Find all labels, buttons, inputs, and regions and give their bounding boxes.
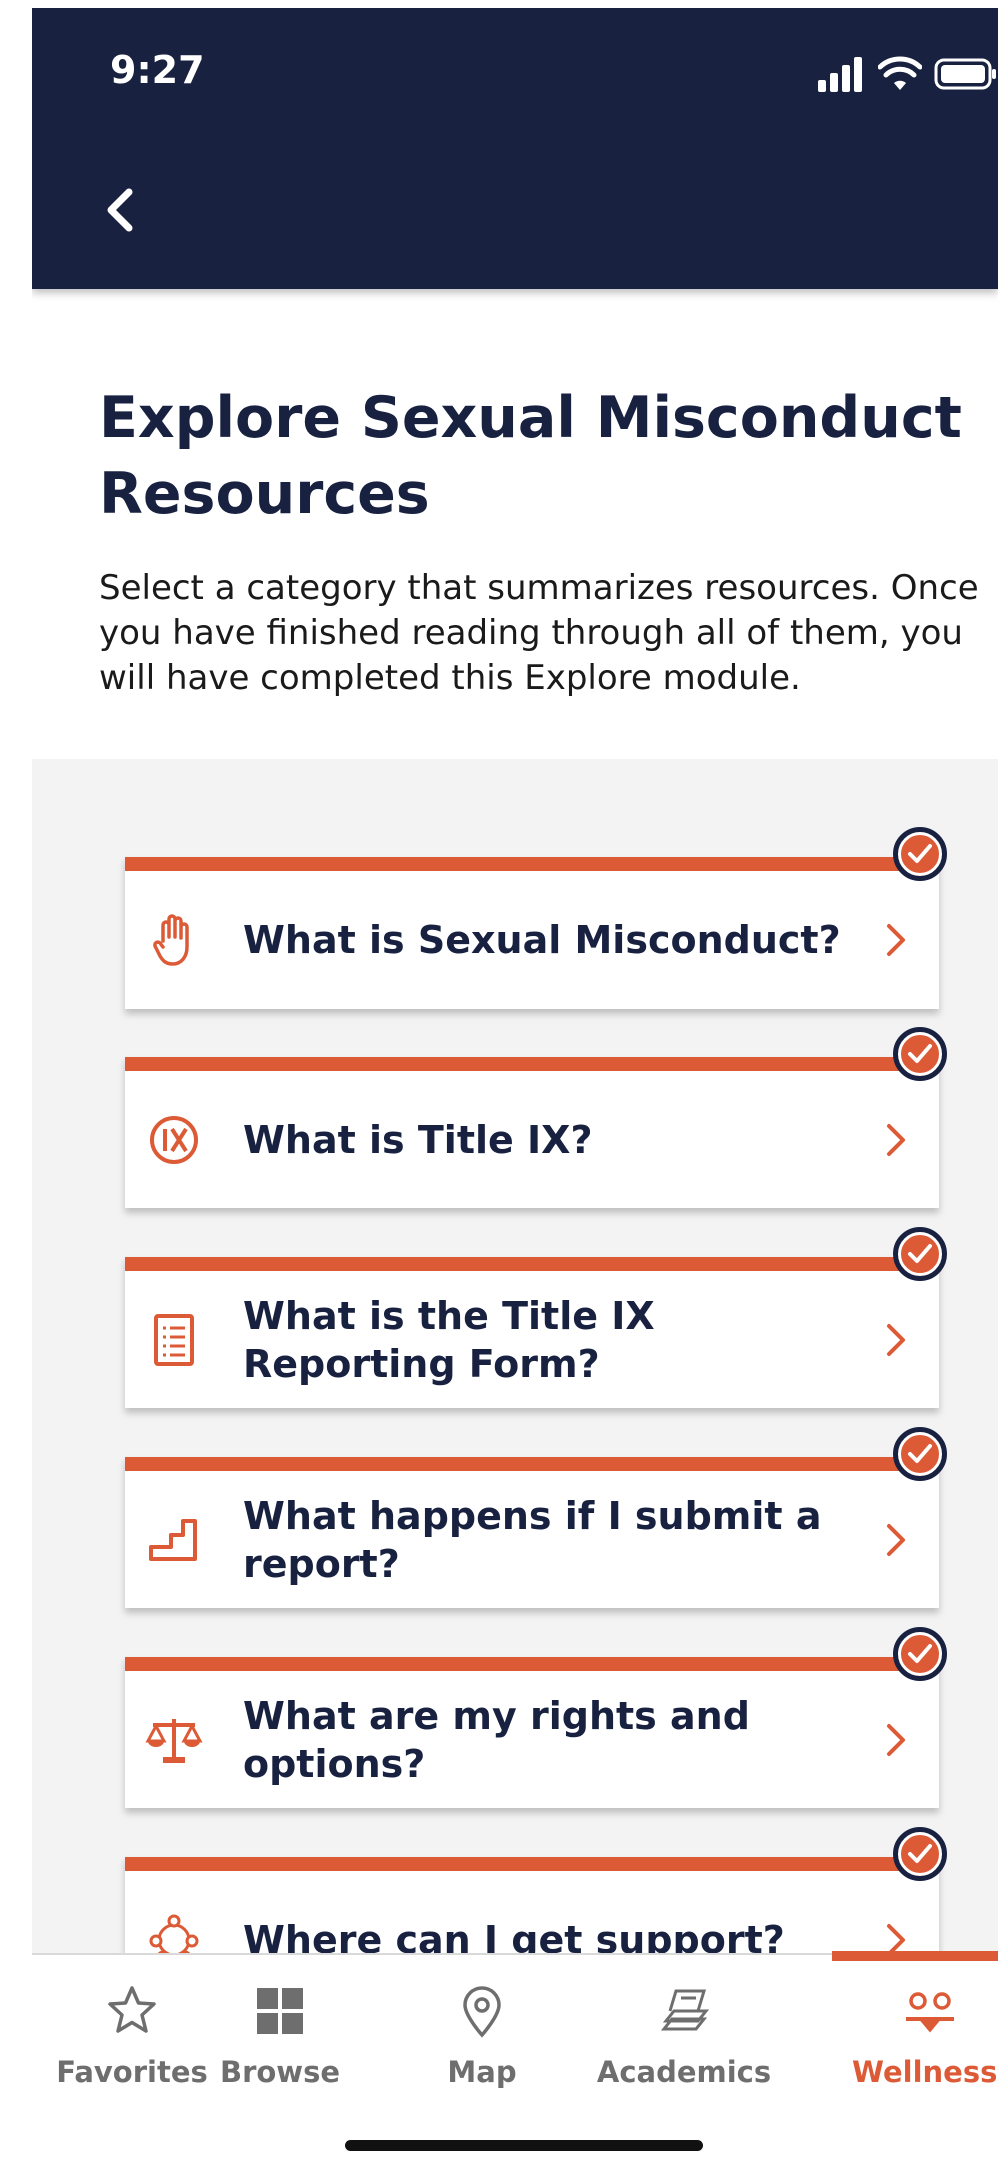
star-icon <box>108 1986 156 2033</box>
category-card-reporting-form[interactable]: What is the Title IX Reporting Form? <box>125 1257 939 1408</box>
category-card-rights-options[interactable]: What are my rights and options? <box>125 1657 939 1808</box>
document-list-icon <box>154 1313 194 1366</box>
checkmark-icon <box>898 1632 942 1676</box>
category-label: What are my rights and options? <box>243 1693 750 1786</box>
category-label: What happens if I submit a report? <box>243 1493 822 1586</box>
page-title: Explore Sexual Misconduct Resources <box>99 385 962 527</box>
chevron-right-icon <box>887 1523 905 1556</box>
app-screen: 9:27 Explore Sexual Misconduct Resources… <box>32 8 998 2158</box>
checkmark-icon <box>898 832 942 876</box>
bottom-tab-bar: Favorites Browse Map Academics Wellness <box>32 1951 998 2158</box>
completed-check-badge <box>893 827 947 881</box>
tab-label: Academics <box>596 2055 772 2089</box>
tab-map[interactable]: Map <box>382 1955 582 2105</box>
status-time: 9:27 <box>110 48 205 92</box>
title-ix-icon <box>150 1115 198 1164</box>
signal-bars-icon <box>818 57 862 92</box>
battery-icon <box>934 58 996 90</box>
category-label: What is the Title IX Reporting Form? <box>243 1293 655 1386</box>
chevron-right-icon <box>887 1323 905 1356</box>
checkmark-icon <box>898 1232 942 1276</box>
category-card-sexual-misconduct[interactable]: What is Sexual Misconduct? <box>125 857 939 1009</box>
stairs-icon <box>149 1518 197 1561</box>
tab-wellness[interactable]: Wellness <box>832 1955 998 2105</box>
chevron-right-icon <box>887 1723 905 1756</box>
app-header: 9:27 <box>32 8 998 289</box>
category-card-submit-report[interactable]: What happens if I submit a report? <box>125 1457 939 1608</box>
category-card-title-ix[interactable]: What is Title IX? <box>125 1057 939 1208</box>
books-icon <box>660 1989 710 2031</box>
grid-icon <box>257 1988 303 2034</box>
tab-browse[interactable]: Browse <box>180 1955 380 2105</box>
chevron-right-icon <box>887 924 905 956</box>
home-indicator[interactable] <box>345 2140 703 2151</box>
tab-label: Browse <box>219 2055 341 2089</box>
checkmark-icon <box>898 1032 942 1076</box>
completed-check-badge <box>893 1427 947 1481</box>
category-label: What is Sexual Misconduct? <box>243 918 841 962</box>
wifi-icon <box>878 56 922 90</box>
chevron-left-icon <box>107 188 133 232</box>
page-description: Select a category that summarizes resour… <box>99 568 979 698</box>
completed-check-badge <box>893 1827 947 1881</box>
tab-academics[interactable]: Academics <box>584 1955 784 2105</box>
intro-section: Explore Sexual Misconduct Resources Sele… <box>99 380 979 701</box>
completed-check-badge <box>893 1627 947 1681</box>
status-icons <box>798 56 998 96</box>
category-label: What is Title IX? <box>243 1117 593 1162</box>
checkmark-icon <box>898 1832 942 1876</box>
chevron-right-icon <box>887 1123 905 1156</box>
back-button[interactable] <box>90 180 150 240</box>
map-pin-icon <box>463 1986 501 2038</box>
hand-icon <box>153 914 189 966</box>
checkmark-icon <box>898 1432 942 1476</box>
completed-check-badge <box>893 1227 947 1281</box>
tab-label: Wellness <box>852 2055 998 2089</box>
scales-icon <box>145 1718 203 1763</box>
completed-check-badge <box>893 1027 947 1081</box>
category-list: What is Sexual Misconduct? What is Title… <box>32 759 998 2008</box>
tab-label: Map <box>447 2055 517 2089</box>
wellness-icon <box>906 1992 954 2033</box>
